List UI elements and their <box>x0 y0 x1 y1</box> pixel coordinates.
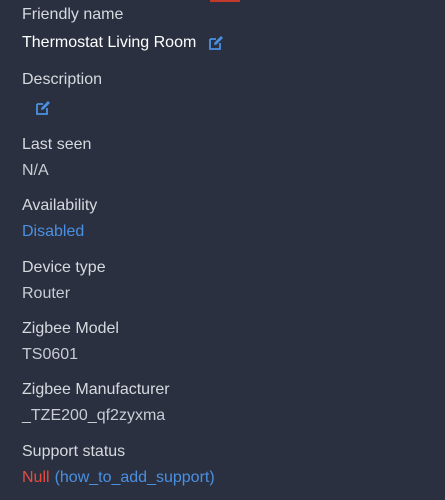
how-to-add-support-link[interactable]: (how_to_add_support) <box>55 467 215 489</box>
zigbee-model-field: Zigbee Model TS0601 <box>22 318 119 366</box>
description-label: Description <box>22 71 103 88</box>
edit-description-icon[interactable] <box>35 100 51 116</box>
zigbee-manufacturer-value: _TZE200_qf2zyxma <box>22 407 166 424</box>
friendly-name-value: Thermostat Living Room <box>22 34 197 51</box>
support-status-label: Support status <box>22 443 126 460</box>
support-status-null: Null <box>22 469 50 486</box>
availability-field: Availability Disabled <box>22 195 97 243</box>
last-seen-field: Last seen N/A <box>22 134 91 182</box>
last-seen-value: N/A <box>22 162 49 179</box>
zigbee-manufacturer-label: Zigbee Manufacturer <box>22 381 170 398</box>
device-type-label: Device type <box>22 259 106 276</box>
zigbee-model-value: TS0601 <box>22 346 79 363</box>
friendly-name-field: Friendly name Thermostat Living Room <box>22 4 224 54</box>
availability-value[interactable]: Disabled <box>22 221 97 243</box>
top-accent-bar <box>210 0 240 2</box>
support-status-field: Support status Null (how_to_add_support) <box>22 441 215 489</box>
last-seen-label: Last seen <box>22 136 92 153</box>
edit-friendly-name-icon[interactable] <box>208 35 224 51</box>
friendly-name-label: Friendly name <box>22 6 124 23</box>
zigbee-model-label: Zigbee Model <box>22 320 119 337</box>
zigbee-manufacturer-field: Zigbee Manufacturer _TZE200_qf2zyxma <box>22 379 170 427</box>
device-type-field: Device type Router <box>22 257 106 305</box>
device-type-value: Router <box>22 285 71 302</box>
description-field: Description <box>22 69 102 119</box>
availability-label: Availability <box>22 197 98 214</box>
